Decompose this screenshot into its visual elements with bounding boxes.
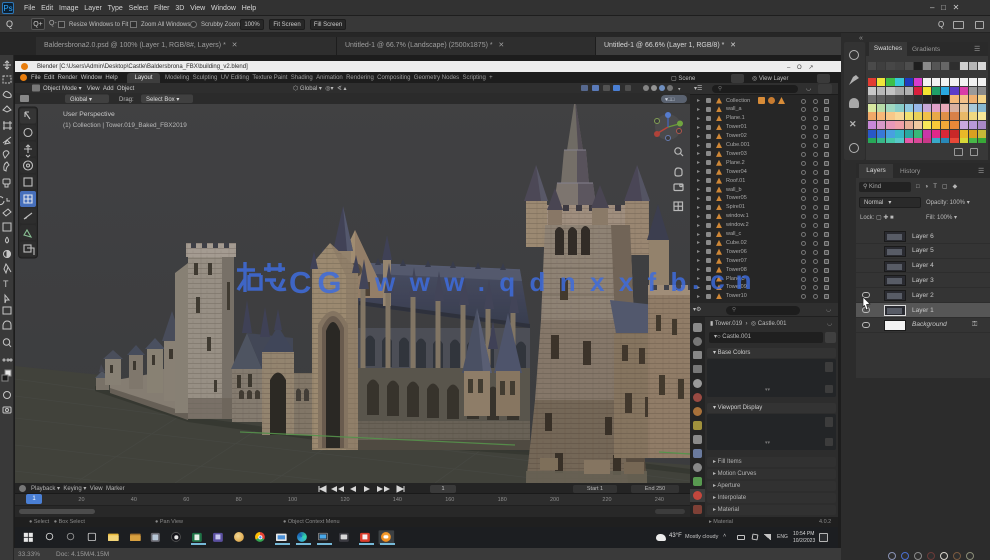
svg-text:Global ▾: Global ▾ [70, 97, 92, 103]
svg-text:T: T [3, 279, 9, 289]
svg-text:CG: CG [289, 265, 348, 300]
svg-text:Object Mode ▾ View Add Obj: Object Mode ▾ View Add Object [43, 86, 135, 92]
svg-text:⬡ Global ▾ ◎▾ ∢ ▴: ⬡ Global ▾ ◎▾ ∢ ▴ [293, 85, 347, 92]
svg-text:Select Box ▾: Select Box ▾ [146, 97, 179, 103]
svg-text:Drag:: Drag: [119, 97, 134, 103]
svg-text:▾□□: ▾□□ [665, 97, 675, 103]
